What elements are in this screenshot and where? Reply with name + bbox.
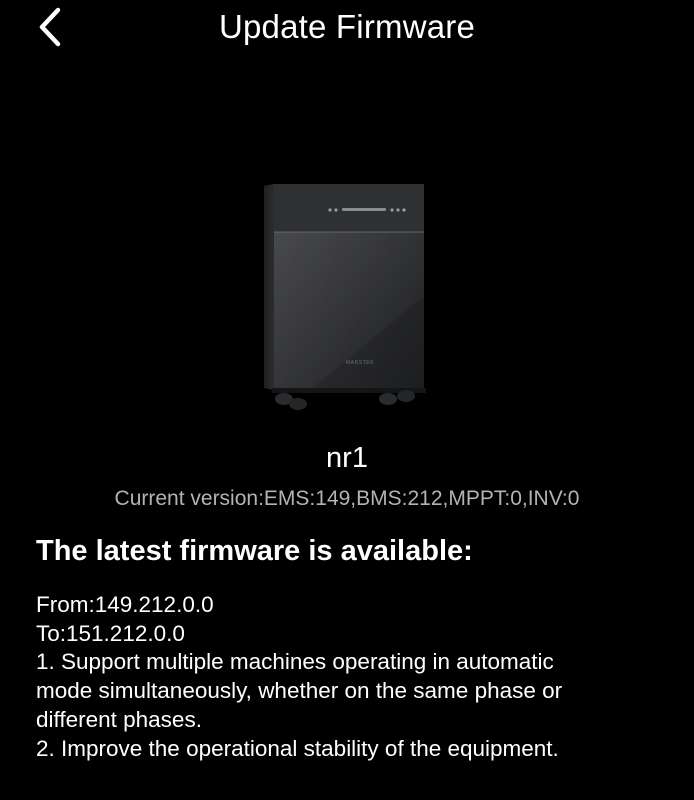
page-title: Update Firmware bbox=[218, 8, 476, 45]
from-version: From:149.212.0.0 bbox=[36, 592, 214, 617]
release-note-line: mode simultaneously, whether on the same… bbox=[36, 678, 563, 704]
current-version-text: Current version:EMS:149,BMS:212,MPPT:0,I… bbox=[114, 487, 580, 510]
device-image: MARSTEK bbox=[250, 176, 440, 412]
to-version: To:151.212.0.0 bbox=[36, 620, 185, 646]
release-note-line: 1. Support multiple machines operating i… bbox=[36, 649, 554, 675]
device-name: nr1 bbox=[326, 442, 368, 474]
release-notes: From:149.212.0.0 To:151.212.0.0 1. Suppo… bbox=[36, 591, 676, 763]
brand-mark: MARSTEK bbox=[346, 360, 374, 366]
release-note-line: 2. Improve the operational stability of … bbox=[36, 735, 559, 761]
release-note-line: different phases. bbox=[36, 706, 202, 732]
header-bar: Update Firmware bbox=[0, 0, 694, 56]
firmware-available-heading: The latest firmware is available: bbox=[36, 535, 473, 567]
